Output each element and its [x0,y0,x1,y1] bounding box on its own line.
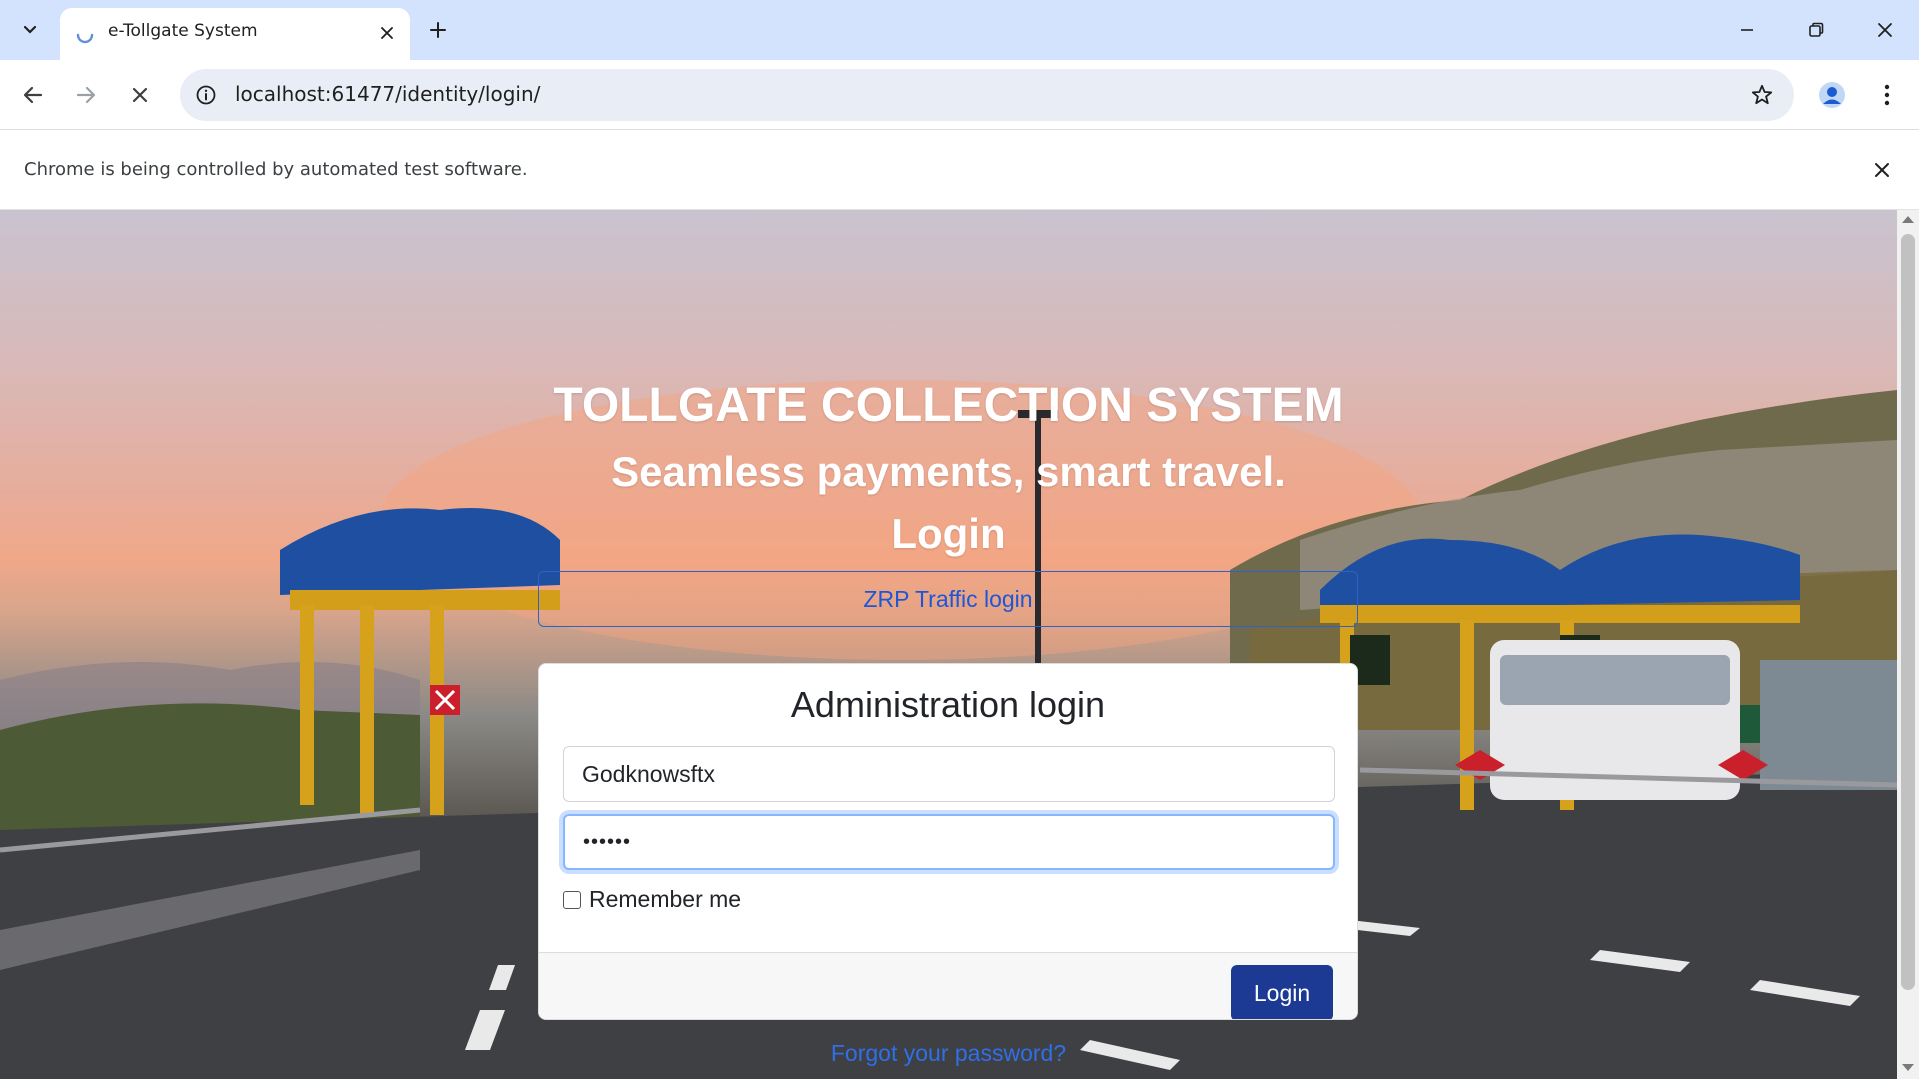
zrp-traffic-login-button[interactable]: ZRP Traffic login [538,571,1358,627]
minimize-icon [1741,29,1753,31]
page-viewport: TOLLGATE COLLECTION SYSTEM Seamless paym… [0,210,1897,1079]
scroll-down-arrow[interactable] [1902,1064,1914,1071]
browser-menu-button[interactable] [1866,74,1908,116]
new-tab-button[interactable] [420,12,456,48]
plus-icon [430,22,446,38]
login-heading: Login [891,510,1006,557]
site-info-button[interactable] [192,81,220,109]
scrollbar-thumb[interactable] [1901,234,1915,990]
card-footer: Login [539,952,1357,1019]
restore-button[interactable] [1794,8,1838,52]
profile-button[interactable] [1811,74,1853,116]
back-button[interactable] [12,74,54,116]
remember-me-checkbox[interactable] [563,890,581,909]
stop-button[interactable] [119,74,161,116]
star-icon [1751,84,1773,105]
restore-icon [1809,22,1824,37]
tab-strip: e-Tollgate System [0,0,1919,60]
infobar-close-button[interactable] [1867,155,1897,185]
browser-tab-active[interactable]: e-Tollgate System [60,8,410,60]
remember-me[interactable]: Remember me [563,886,741,913]
automation-infobar: Chrome is being controlled by automated … [0,131,1919,210]
kebab-icon [1884,84,1890,106]
forward-button[interactable] [65,74,107,116]
stop-icon [132,87,148,103]
login-button[interactable]: Login [1231,965,1333,1019]
scroll-up-arrow[interactable] [1902,216,1914,223]
spinner-icon [76,33,94,44]
close-icon [381,27,393,39]
url-text[interactable]: localhost:61477/identity/login/ [235,82,540,106]
info-icon [196,85,216,105]
chevron-down-icon [23,25,37,34]
tab-search-button[interactable] [10,10,50,50]
minimize-button[interactable] [1725,8,1769,52]
browser-toolbar: localhost:61477/identity/login/ [0,60,1919,130]
close-icon [1878,23,1892,37]
tab-close-button[interactable] [374,20,400,46]
close-window-button[interactable] [1863,8,1907,52]
person-icon [1819,82,1845,108]
password-input[interactable]: •••••• [563,814,1335,870]
forgot-password-link[interactable]: Forgot your password? [0,1040,1897,1067]
close-icon [1875,163,1889,177]
arrow-left-icon [23,86,43,104]
address-bar[interactable]: localhost:61477/identity/login/ [180,69,1794,121]
infobar-message: Chrome is being controlled by automated … [24,159,528,180]
admin-login-card: Administration login Godknowsftx •••••• … [538,663,1358,1020]
system-title: TOLLGATE COLLECTION SYSTEM [553,379,1344,432]
arrow-right-icon [76,86,96,104]
tab-title: e-Tollgate System [108,21,258,41]
page-scrollbar[interactable] [1897,210,1919,1079]
bookmark-button[interactable] [1746,79,1778,111]
tagline: Seamless payments, smart travel. [611,448,1286,495]
admin-login-title: Administration login [790,684,1106,725]
remember-me-label: Remember me [589,886,742,912]
username-input[interactable]: Godknowsftx [563,746,1335,802]
